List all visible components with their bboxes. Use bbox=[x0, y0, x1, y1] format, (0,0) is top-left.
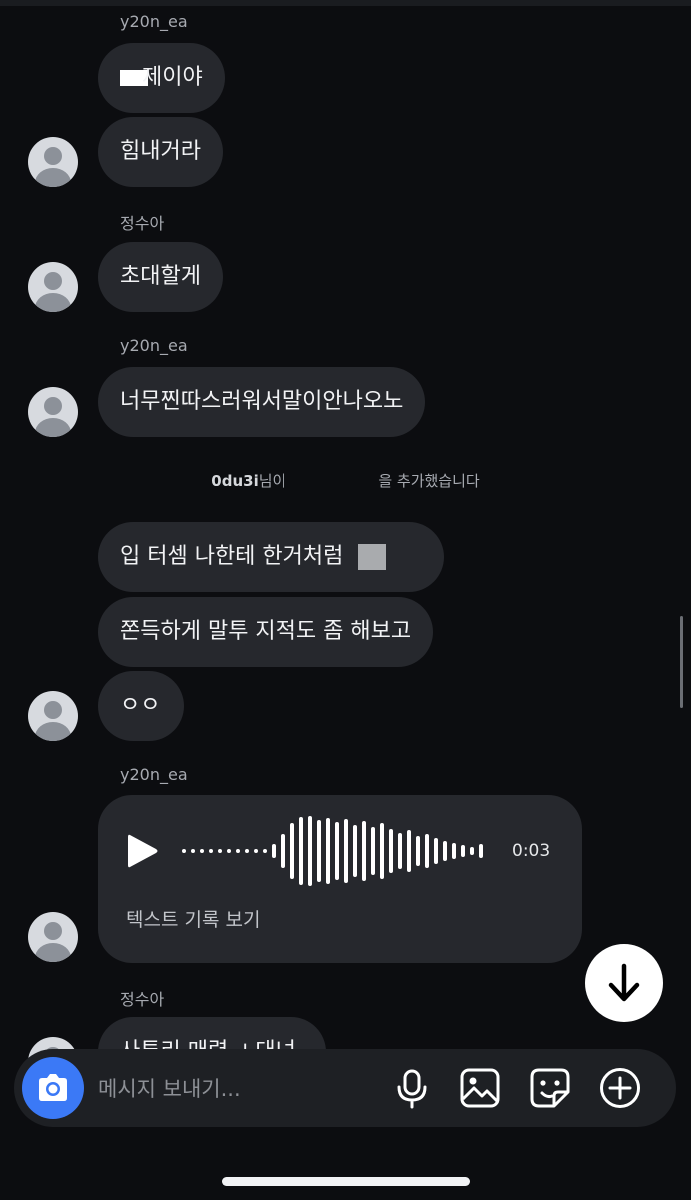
scrollbar-thumb[interactable] bbox=[680, 616, 683, 708]
message-composer: 메시지 보내기... bbox=[14, 1049, 676, 1127]
sender-name: 정수아 bbox=[120, 214, 165, 233]
waveform-bar bbox=[407, 830, 411, 872]
voice-duration: 0:03 bbox=[512, 841, 551, 861]
waveform-bar bbox=[245, 849, 249, 853]
waveform-bar bbox=[227, 849, 231, 853]
waveform-bar bbox=[479, 844, 483, 858]
waveform-bar bbox=[281, 834, 285, 868]
voice-message[interactable]: 0:03 텍스트 기록 보기 bbox=[98, 795, 582, 963]
avatar[interactable] bbox=[28, 691, 78, 741]
message-bubble[interactable]: 제이야 bbox=[98, 43, 225, 113]
avatar[interactable] bbox=[28, 912, 78, 962]
message-bubble[interactable]: 쫀득하게 말투 지적도 좀 해보고 bbox=[98, 597, 434, 667]
waveform-bar bbox=[434, 838, 438, 864]
sender-name: y20n_ea bbox=[120, 765, 188, 784]
message-bubble[interactable]: 힘내거라 bbox=[98, 117, 223, 187]
camera-button[interactable] bbox=[22, 1057, 84, 1119]
waveform-bar bbox=[209, 849, 213, 853]
message-bubble[interactable]: 초대할게 bbox=[98, 242, 223, 312]
waveform-bar bbox=[254, 849, 258, 853]
waveform-bar bbox=[344, 819, 348, 883]
redaction bbox=[284, 472, 381, 491]
microphone-icon[interactable] bbox=[390, 1066, 434, 1110]
image-icon[interactable] bbox=[458, 1066, 502, 1110]
waveform-bar bbox=[353, 825, 357, 877]
waveform-bar bbox=[362, 821, 366, 881]
message-text: 제이야 bbox=[142, 65, 203, 90]
waveform-bar bbox=[317, 820, 321, 882]
play-icon[interactable] bbox=[124, 831, 160, 871]
waveform-bar bbox=[371, 827, 375, 875]
waveform-bar bbox=[272, 844, 276, 858]
top-edge bbox=[0, 0, 691, 6]
message-bubble[interactable]: 너무찐따스러워서말이안나오노 bbox=[98, 367, 426, 437]
system-user[interactable]: 0du3i bbox=[211, 472, 258, 490]
waveform[interactable] bbox=[182, 815, 488, 887]
waveform-bar bbox=[416, 836, 420, 866]
waveform-bar bbox=[308, 816, 312, 886]
waveform-bar bbox=[218, 849, 222, 853]
waveform-bar bbox=[299, 817, 303, 885]
plus-icon[interactable] bbox=[598, 1066, 642, 1110]
waveform-bar bbox=[380, 823, 384, 879]
waveform-bar bbox=[452, 843, 456, 859]
scroll-to-bottom-button[interactable] bbox=[585, 944, 663, 1022]
sticker-icon[interactable] bbox=[528, 1066, 572, 1110]
message-bubble[interactable]: ㅇㅇ bbox=[98, 671, 184, 741]
waveform-bar bbox=[425, 834, 429, 868]
waveform-bar bbox=[290, 823, 294, 879]
waveform-bar bbox=[443, 841, 447, 861]
avatar[interactable] bbox=[28, 262, 78, 312]
arrow-down-icon bbox=[608, 963, 640, 1002]
redaction bbox=[358, 544, 387, 570]
waveform-bar bbox=[326, 818, 330, 884]
waveform-bar bbox=[200, 849, 204, 853]
message-text: 입 터셈 나한테 한거처럼 bbox=[120, 544, 344, 569]
avatar[interactable] bbox=[28, 387, 78, 437]
waveform-bar bbox=[335, 822, 339, 880]
message-bubble[interactable]: 입 터셈 나한테 한거처럼 bbox=[98, 522, 444, 592]
system-suffix: 을 추가했습니다 bbox=[378, 472, 480, 490]
system-prefix: 님이 bbox=[258, 472, 287, 490]
waveform-bar bbox=[236, 849, 240, 853]
waveform-bar bbox=[191, 849, 195, 853]
waveform-bar bbox=[461, 845, 465, 857]
avatar[interactable] bbox=[28, 137, 78, 187]
waveform-bar bbox=[398, 833, 402, 869]
sender-name: y20n_ea bbox=[120, 12, 188, 31]
waveform-bar bbox=[263, 849, 267, 853]
system-message: 0du3i님이 을 추가했습니다 bbox=[0, 470, 691, 491]
camera-icon bbox=[39, 1074, 67, 1101]
view-transcript-link[interactable]: 텍스트 기록 보기 bbox=[126, 905, 260, 932]
home-indicator[interactable] bbox=[222, 1177, 470, 1186]
waveform-bar bbox=[470, 847, 474, 855]
sender-name: 정수아 bbox=[120, 990, 165, 1009]
sender-name: y20n_ea bbox=[120, 336, 188, 355]
message-input[interactable]: 메시지 보내기... bbox=[98, 1073, 241, 1103]
waveform-bar bbox=[389, 829, 393, 873]
waveform-bar bbox=[182, 849, 186, 853]
